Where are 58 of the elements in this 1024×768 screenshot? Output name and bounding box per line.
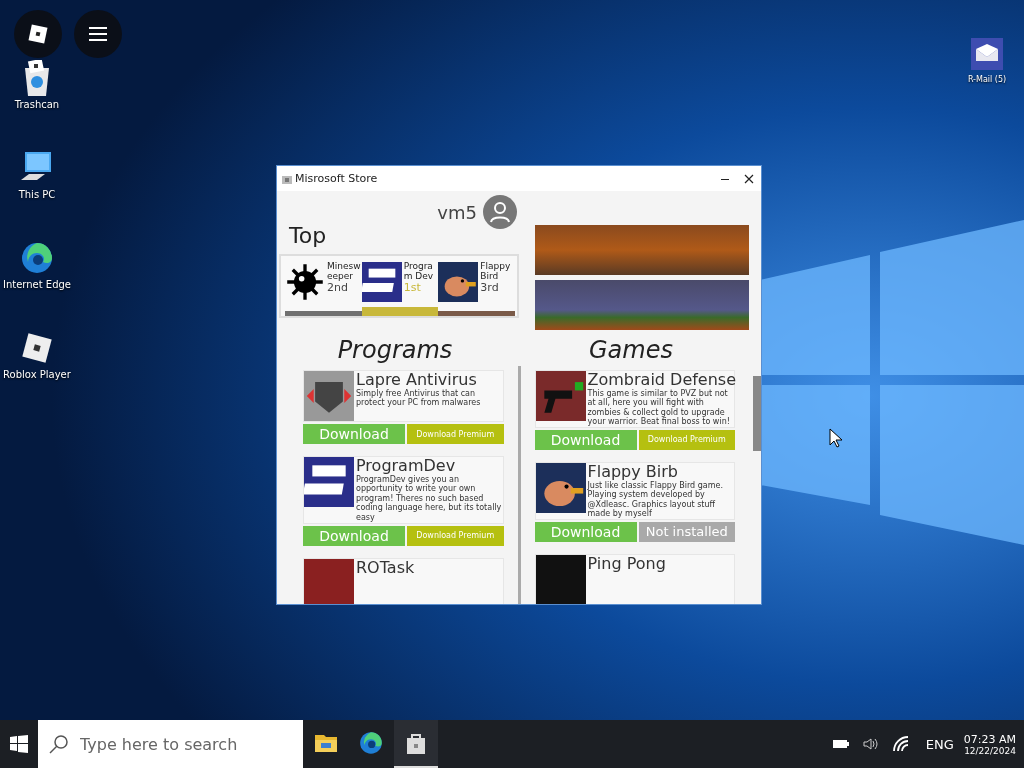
search-icon — [48, 733, 70, 755]
close-icon[interactable] — [743, 172, 755, 185]
mine-icon — [285, 262, 325, 302]
rank-label: 2nd — [327, 281, 348, 294]
app-card[interactable]: Zombraid Defense This game is similar to PVZ but not at all, here you will fight with zombies & collect gold to upgrade your warrior. Beat final boss to win! — [534, 370, 735, 428]
desktop-shortcut[interactable]: Roblox Player — [0, 330, 74, 380]
app-thumbnail-icon — [535, 554, 586, 604]
app-name[interactable]: Flappy Bird — [480, 262, 515, 282]
app-title: Flappy Birb — [587, 462, 679, 481]
taskbar-app[interactable] — [394, 720, 438, 768]
dev-engine-logo-icon — [361, 262, 402, 302]
speaker-icon[interactable] — [861, 737, 880, 751]
app-description: Just like classic Flappy Bird game. Playing system developed by @Xdleasc. Graphics layout stuff made by myself — [587, 480, 724, 519]
user-avatar-icon[interactable] — [483, 195, 517, 229]
browser-icon — [19, 240, 55, 276]
app-card[interactable]: ROTask — [303, 557, 504, 604]
shield-icon — [304, 371, 354, 421]
scrollbar-thumb[interactable] — [753, 376, 761, 451]
desktop-shortcut[interactable]: R-Mail (5) — [950, 36, 1024, 84]
desktop-shortcut[interactable]: This PC — [0, 150, 74, 200]
app-description: This game is similar to PVZ but not at all, here you will fight with zombies & collect gold to upgrade your warrior. Beat final boss to win! — [587, 388, 731, 427]
wifi-icon[interactable] — [891, 736, 910, 752]
language-indicator[interactable]: ENG — [919, 735, 960, 753]
mail-icon — [969, 36, 1005, 72]
battery-icon[interactable] — [831, 738, 850, 750]
search-field[interactable]: Type here to search — [38, 720, 303, 768]
username: vm5 — [437, 201, 477, 223]
app-title: ROTask — [356, 558, 415, 577]
windows-logo-icon — [10, 735, 28, 753]
clock[interactable]: 07:23 AM 12/22/2024 — [959, 732, 1024, 756]
browser-icon — [358, 730, 384, 756]
app-thumbnail-icon — [304, 558, 354, 604]
category-heading: Programs — [336, 335, 454, 366]
app-card[interactable]: Ping Pong — [534, 553, 735, 604]
category-heading: Games — [588, 335, 674, 366]
desktop-shortcut[interactable]: Trashcan — [0, 60, 74, 110]
app-card[interactable]: ProgramDev ProgramDev gives you an opportunity to write your own program! Theres no such based coding language here, but its totally easy — [303, 456, 504, 524]
rank-label: 1st — [403, 281, 422, 294]
app-name[interactable]: Minesweeper — [327, 262, 362, 282]
dev-engine-logo-icon — [304, 457, 354, 507]
app-card[interactable]: Lapre Antivirus Simply free Antivirus that can protect your PC from malwares — [303, 370, 504, 422]
app-title: Zombraid Defense — [587, 371, 734, 389]
bird-icon — [535, 462, 586, 513]
window-title: Misrosoft Store — [295, 172, 378, 185]
bird-icon — [438, 262, 479, 302]
pistol-icon — [535, 371, 586, 421]
app-title: Lapre Antivirus — [356, 371, 478, 389]
section-heading: Top — [289, 223, 328, 248]
app-description: Simply free Antivirus that can protect your PC from malwares — [356, 388, 482, 408]
app-title: ProgramDev — [356, 457, 457, 475]
app-description: ProgramDev gives you an opportunity to write your own program! Theres no such based coding language here, but its totally easy — [356, 474, 503, 523]
mouse-pointer-icon — [829, 428, 843, 448]
app-name[interactable]: Program Dev — [403, 262, 439, 282]
app-card[interactable]: Flappy Birb Just like classic Flappy Bird game. Playing system developed by @Xdleasc. Graphics layout stuff made by myself — [534, 461, 735, 520]
search-input[interactable]: Type here to search — [78, 733, 302, 755]
app-title: Ping Pong — [587, 554, 666, 573]
rank-label: 3rd — [480, 281, 500, 294]
desktop-shortcut[interactable]: Internet Edge — [0, 240, 74, 290]
